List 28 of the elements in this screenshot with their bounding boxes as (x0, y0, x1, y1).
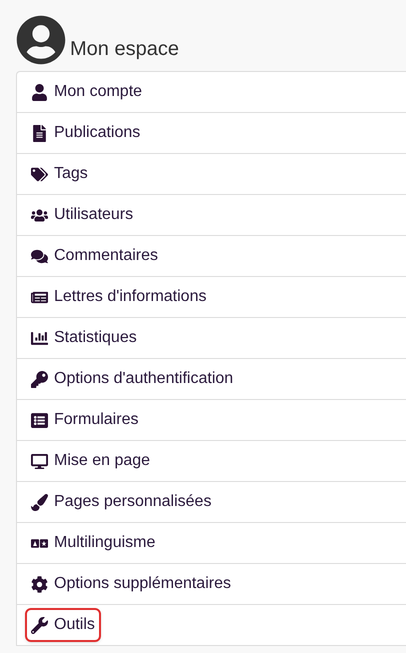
tags-icon (31, 166, 48, 182)
menu-item[interactable]: Publications (25, 116, 146, 150)
menu-item[interactable]: Lettres d'informations (25, 280, 212, 314)
comments-icon (31, 248, 48, 264)
menu-item[interactable]: Pages personnalisées (25, 485, 218, 519)
menu-item[interactable]: Statistiques (25, 321, 143, 355)
menu-item[interactable]: Outils (25, 608, 101, 642)
key-icon (31, 370, 48, 388)
user-icon (31, 84, 48, 100)
list-icon (31, 412, 48, 428)
users-icon (31, 206, 48, 224)
document-icon (31, 124, 48, 142)
menu-item[interactable]: Utilisateurs (25, 198, 140, 232)
page-title: Mon espace (70, 37, 179, 62)
menu-item[interactable]: Tags (25, 157, 94, 191)
avatar-icon (16, 15, 66, 65)
brush-icon (31, 494, 48, 510)
bar-chart-icon (31, 330, 48, 346)
menu-item[interactable]: Multilinguisme (25, 526, 162, 560)
wrench-icon (31, 616, 48, 634)
menu-item[interactable]: Commentaires (25, 239, 164, 273)
menu-item[interactable]: Mise en page (25, 444, 156, 478)
menu-item[interactable]: Formulaires (25, 403, 144, 437)
menu-item[interactable]: Options d'authentification (25, 362, 240, 396)
menu-item[interactable]: Mon compte (25, 75, 148, 109)
monitor-icon (31, 452, 48, 470)
settings-icon (31, 576, 48, 592)
menu-item[interactable]: Options supplémentaires (25, 567, 237, 601)
